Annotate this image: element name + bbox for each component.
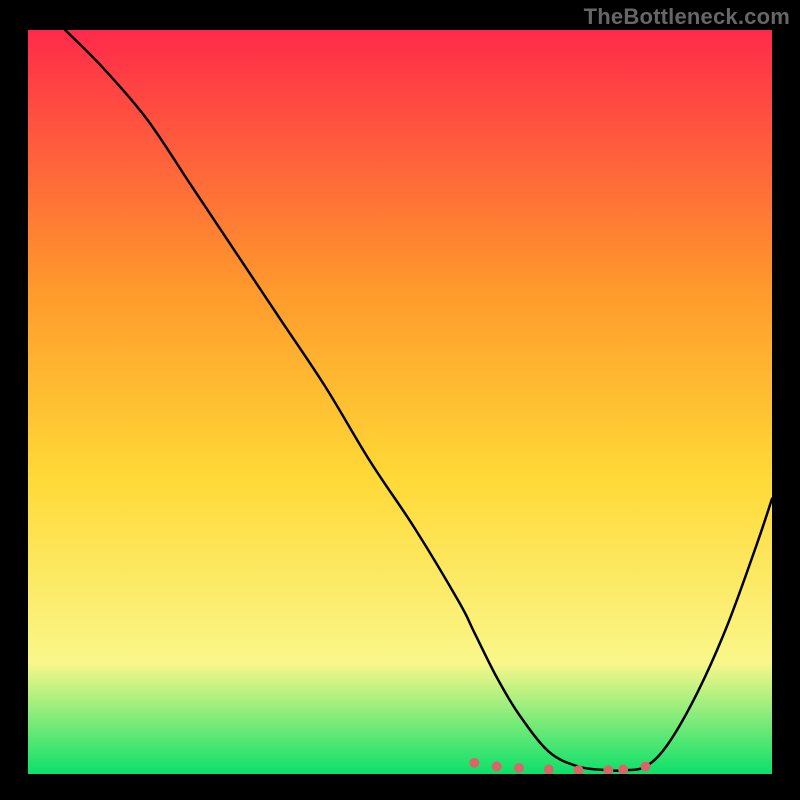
chart-frame: TheBottleneck.com <box>0 0 800 800</box>
gradient-background <box>28 30 772 774</box>
optimal-dot <box>469 758 479 768</box>
bottleneck-chart <box>28 30 772 774</box>
optimal-dot <box>492 762 502 772</box>
optimal-dot <box>514 763 524 773</box>
watermark-text: TheBottleneck.com <box>584 4 790 30</box>
optimal-dot <box>641 762 651 772</box>
plot-area <box>28 30 772 774</box>
